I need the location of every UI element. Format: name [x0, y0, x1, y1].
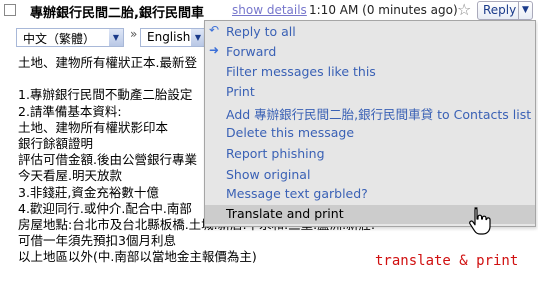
forward-icon: ➜: [209, 43, 220, 57]
reply-all-icon: ↶: [209, 23, 220, 37]
menu-item-print[interactable]: Print: [205, 83, 535, 102]
chevron-down-icon: ▼: [109, 29, 123, 46]
reply-button[interactable]: Reply ▼: [477, 1, 533, 20]
message-subject: 專辦銀行民間二胎,銀行民間車: [30, 6, 204, 21]
chevron-down-icon: ▼: [191, 29, 205, 46]
target-language-value: English: [147, 30, 191, 44]
menu-item-label: Message text garbled?: [226, 186, 368, 201]
message-timestamp: 1:10 AM (0 minutes ago): [309, 3, 458, 17]
star-icon[interactable]: ☆: [457, 0, 471, 19]
menu-item-forward[interactable]: ➜ Forward: [205, 43, 535, 62]
menu-item-label: Filter messages like this: [226, 64, 376, 79]
menu-item-label: Reply to all: [226, 24, 296, 39]
annotation-label: translate & print: [375, 253, 519, 269]
menu-item-label: Forward: [226, 44, 277, 59]
target-language-select[interactable]: English ▼: [140, 28, 206, 47]
menu-item-add-to-contacts[interactable]: Add 專辦銀行民間二胎,銀行民間車貸 to Contacts list: [205, 103, 535, 122]
arrow-right-icon: »: [130, 27, 138, 41]
menu-item-label: Show original: [226, 167, 311, 182]
menu-item-report-phishing[interactable]: Report phishing: [205, 145, 535, 164]
menu-item-label: Delete this message: [226, 125, 355, 140]
menu-item-label: Translate and print: [226, 206, 344, 221]
hand-cursor-icon: [469, 207, 491, 235]
chevron-down-icon[interactable]: ▼: [518, 2, 532, 19]
message-checkbox[interactable]: [4, 4, 16, 16]
show-details-link[interactable]: show details: [232, 3, 307, 17]
source-language-select[interactable]: 中文（繁體） ▼: [16, 28, 124, 47]
menu-item-label: Add 專辦銀行民間二胎,銀行民間車貸 to Contacts list: [226, 107, 532, 122]
menu-item-delete-message[interactable]: Delete this message: [205, 124, 535, 143]
menu-item-reply-to-all[interactable]: ↶ Reply to all: [205, 23, 535, 42]
menu-item-label: Print: [226, 84, 255, 99]
menu-item-label: Report phishing: [226, 146, 325, 161]
menu-item-filter-messages[interactable]: Filter messages like this: [205, 63, 535, 82]
body-line: 可借一年須先預扣3個月利息: [18, 233, 176, 249]
menu-item-show-original[interactable]: Show original: [205, 166, 535, 185]
reply-button-label: Reply: [483, 3, 517, 17]
menu-item-message-text-garbled[interactable]: Message text garbled?: [205, 185, 535, 204]
source-language-value: 中文（繁體）: [23, 32, 96, 46]
reply-options-menu: ↶ Reply to all ➜ Forward Filter messages…: [204, 20, 536, 227]
body-line: 以上地區以外(中.南部以當地金主報價為主): [18, 249, 257, 265]
